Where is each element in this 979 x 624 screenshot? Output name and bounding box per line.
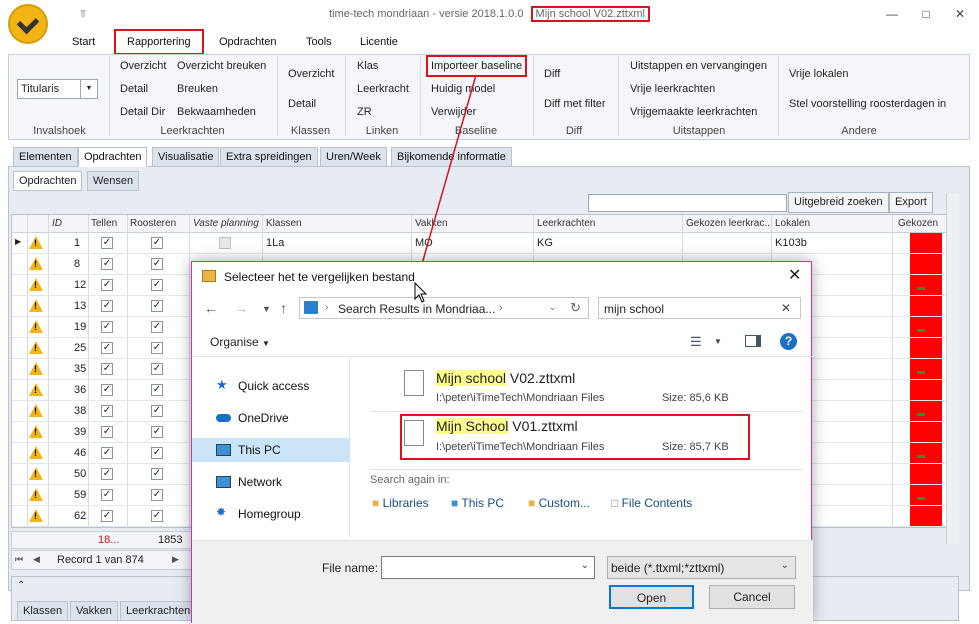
nav-label: Quick access: [238, 379, 310, 393]
organise-menu[interactable]: Organise ▼: [210, 335, 270, 349]
file-type-value: beide (*.ttxml;*zttxml): [611, 561, 725, 575]
cancel-button[interactable]: Cancel: [709, 585, 795, 609]
file-path: I:\peter\iTimeTech\Mondriaan Files: [436, 441, 605, 453]
folder-icon: ■: [528, 496, 536, 510]
dialog-close-icon[interactable]: ✕: [788, 265, 801, 285]
file-size: Size: 85,6 KB: [662, 392, 729, 404]
breadcrumb-chevron-icon: ›: [325, 302, 329, 313]
search-results-icon: [304, 301, 318, 314]
file-size: Size: 85,7 KB: [662, 441, 729, 453]
help-icon[interactable]: ?: [780, 333, 797, 350]
dialog-footer: [192, 540, 813, 624]
search-again-libraries[interactable]: ■ Libraries: [372, 496, 429, 510]
open-button[interactable]: Open: [609, 585, 694, 609]
nav-label: Network: [238, 475, 283, 489]
nav-onedrive[interactable]: OneDrive: [192, 406, 350, 430]
network-icon: [216, 476, 231, 488]
breadcrumb-chevron-icon[interactable]: ›: [499, 302, 503, 314]
nav-this-pc[interactable]: This PC: [192, 438, 350, 462]
search-value: mijn school: [604, 302, 665, 316]
library-icon: ■: [372, 496, 380, 510]
dialog-title: Selecteer het te vergelijken bestand: [224, 270, 415, 284]
nav-label: OneDrive: [238, 411, 289, 425]
search-again-label-item: This PC: [461, 496, 505, 510]
list-item[interactable]: Mijn school V02.zttxml I:\peter\iTimeTec…: [370, 362, 802, 410]
file-path: I:\peter\iTimeTech\Mondriaan Files: [436, 392, 605, 404]
file-name-rest: V01.zttxml: [508, 418, 578, 434]
dialog-folder-icon: [202, 270, 216, 282]
file-name-input[interactable]: ⌄: [381, 556, 595, 579]
list-item[interactable]: Mijn School V01.zttxml I:\peter\iTimeTec…: [370, 414, 802, 462]
clear-search-icon[interactable]: ✕: [781, 301, 791, 315]
homegroup-icon: ✸: [216, 505, 227, 519]
nav-network[interactable]: Network: [192, 470, 350, 494]
back-icon[interactable]: ←: [204, 300, 218, 316]
search-again-label-item: Custom...: [538, 496, 590, 510]
search-again-this-pc[interactable]: ■ This PC: [451, 496, 504, 510]
chevron-down-icon[interactable]: ⌄: [781, 560, 789, 571]
file-name-match: Mijn school: [436, 370, 507, 386]
monitor-icon: [216, 444, 231, 456]
search-again-custom[interactable]: ■ Custom...: [528, 496, 590, 510]
nav-label: This PC: [238, 443, 281, 457]
preview-pane-icon[interactable]: [745, 335, 761, 347]
forward-icon[interactable]: →: [234, 300, 248, 316]
file-type-select[interactable]: beide (*.ttxml;*zttxml) ⌄: [607, 556, 796, 579]
search-again-file-contents[interactable]: □ File Contents: [611, 496, 692, 510]
nav-quick-access[interactable]: ★ Quick access: [192, 374, 350, 398]
up-icon[interactable]: ↑: [280, 300, 287, 316]
view-options-icon[interactable]: ☰: [690, 334, 702, 350]
nav-label: Homegroup: [238, 507, 301, 521]
search-again-label: Search again in:: [370, 474, 450, 486]
organise-label: Organise: [210, 335, 259, 349]
file-icon: [404, 420, 424, 446]
search-again-label-item: Libraries: [382, 496, 429, 510]
nav-homegroup[interactable]: ✸ Homegroup: [192, 502, 350, 526]
dialog-search-input[interactable]: mijn school ✕: [598, 297, 801, 319]
refresh-icon[interactable]: ↻: [570, 300, 581, 316]
cloud-icon: [216, 414, 231, 422]
file-icon: [404, 370, 424, 396]
monitor-icon: ■: [451, 496, 459, 510]
address-text[interactable]: Search Results in Mondriaa...: [338, 302, 495, 316]
address-dropdown-icon[interactable]: ⌄: [549, 302, 557, 313]
file-name-rest: V02.zttxml: [506, 370, 576, 386]
file-dialog: Selecteer het te vergelijken bestand ✕ ←…: [191, 261, 813, 624]
chevron-down-icon[interactable]: ⌄: [581, 560, 589, 571]
mouse-cursor-icon: [414, 282, 428, 303]
star-icon: ★: [216, 377, 228, 392]
document-icon: □: [611, 496, 619, 510]
search-again-label-item: File Contents: [621, 496, 693, 510]
file-name-label: File name:: [322, 561, 379, 575]
view-dropdown-icon[interactable]: ▼: [714, 337, 722, 346]
recent-icon[interactable]: ▼: [262, 304, 271, 314]
file-name-match: Mijn School: [436, 418, 509, 434]
